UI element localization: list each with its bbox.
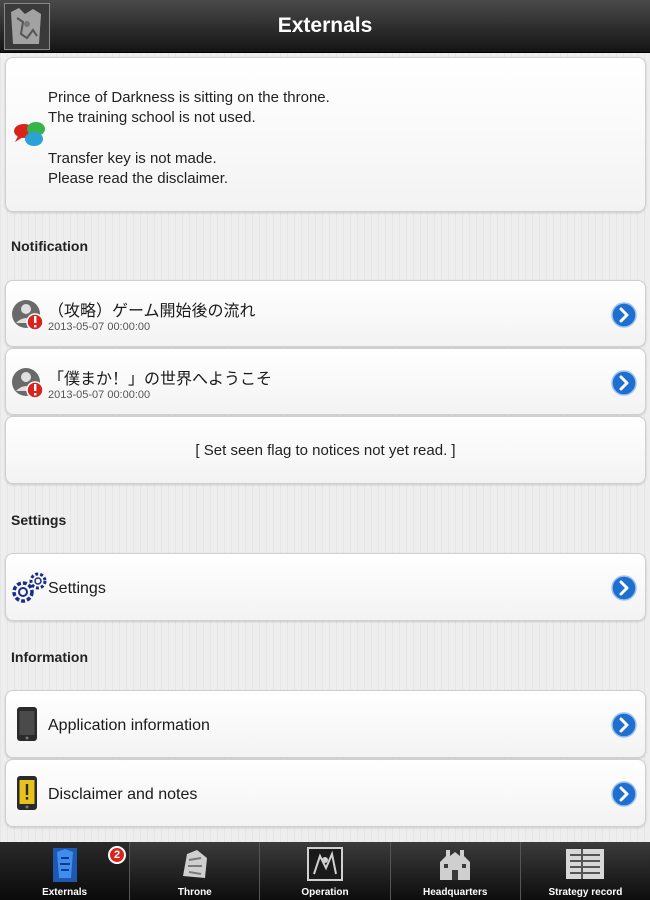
- app-info-item[interactable]: Application information: [5, 690, 646, 758]
- tab-headquarters[interactable]: Headquarters: [389, 842, 520, 900]
- app-info-label: Application information: [48, 717, 210, 734]
- tab-throne-label: Throne: [177, 887, 212, 898]
- notice-alert-icon: [10, 298, 46, 339]
- tab-externals[interactable]: 2 Externals: [0, 842, 130, 900]
- gears-icon: [10, 571, 48, 610]
- notification-header: Notification: [11, 238, 88, 254]
- settings-item-label: Settings: [48, 580, 106, 597]
- notice-title: 「僕まか！」の世界へようこそ: [48, 371, 273, 388]
- bottom-tab-bar: 2 Externals Throne Operation Headquarter…: [0, 842, 650, 900]
- strategy-record-icon: [564, 846, 606, 887]
- disclaimer-item[interactable]: Disclaimer and notes: [5, 759, 646, 827]
- notice-title: （攻略）ゲーム開始後の流れ: [48, 303, 256, 320]
- main-content: Prince of Darkness is sitting on the thr…: [0, 53, 650, 842]
- status-text: Prince of Darkness is sitting on the thr…: [48, 88, 330, 189]
- status-transfer-line: Transfer key is not made.: [48, 150, 217, 167]
- app-logo-icon[interactable]: [4, 3, 50, 50]
- tab-operation-label: Operation: [301, 887, 349, 898]
- warning-phone-icon: [16, 775, 38, 816]
- tab-externals-label: Externals: [42, 887, 88, 898]
- phone-icon: [16, 706, 38, 747]
- settings-header: Settings: [11, 512, 67, 528]
- chevron-right-icon: [611, 781, 637, 807]
- externals-icon: [49, 846, 81, 889]
- notice-item-2[interactable]: 「僕まか！」の世界へようこそ 2013-05-07 00:00:00: [5, 348, 646, 415]
- status-card: Prince of Darkness is sitting on the thr…: [5, 57, 646, 212]
- tab-headquarters-label: Headquarters: [422, 887, 488, 898]
- tab-throne[interactable]: Throne: [129, 842, 259, 900]
- settings-item[interactable]: Settings: [5, 553, 646, 621]
- tab-strategy-record[interactable]: Strategy record: [519, 842, 650, 900]
- top-bar: Externals: [0, 0, 650, 53]
- information-header: Information: [11, 649, 88, 665]
- chevron-right-icon: [611, 302, 637, 328]
- status-school-line: The training school is not used.: [48, 109, 256, 126]
- status-throne-line: Prince of Darkness is sitting on the thr…: [48, 89, 330, 106]
- chevron-right-icon: [611, 712, 637, 738]
- tab-operation[interactable]: Operation: [259, 842, 389, 900]
- notice-item-1[interactable]: （攻略）ゲーム開始後の流れ 2013-05-07 00:00:00: [5, 280, 646, 347]
- headquarters-icon: [436, 846, 474, 887]
- externals-badge: 2: [108, 846, 126, 864]
- notice-date: 2013-05-07 00:00:00: [48, 321, 151, 333]
- throne-icon: [177, 846, 213, 887]
- status-disclaimer-line: Please read the disclaimer.: [48, 170, 229, 187]
- chevron-right-icon: [611, 575, 637, 601]
- mark-all-read-label: [ Set seen flag to notices not yet read.…: [195, 442, 456, 459]
- notice-date: 2013-05-07 00:00:00: [48, 389, 151, 401]
- page-title: Externals: [277, 14, 373, 37]
- disclaimer-label: Disclaimer and notes: [48, 786, 198, 803]
- notice-alert-icon: [10, 366, 46, 407]
- chat-bubbles-icon: [10, 118, 48, 152]
- chevron-right-icon: [611, 370, 637, 396]
- tab-strategy-record-label: Strategy record: [548, 887, 623, 898]
- mark-all-read-button[interactable]: [ Set seen flag to notices not yet read.…: [5, 416, 646, 484]
- operation-icon: [306, 846, 344, 887]
